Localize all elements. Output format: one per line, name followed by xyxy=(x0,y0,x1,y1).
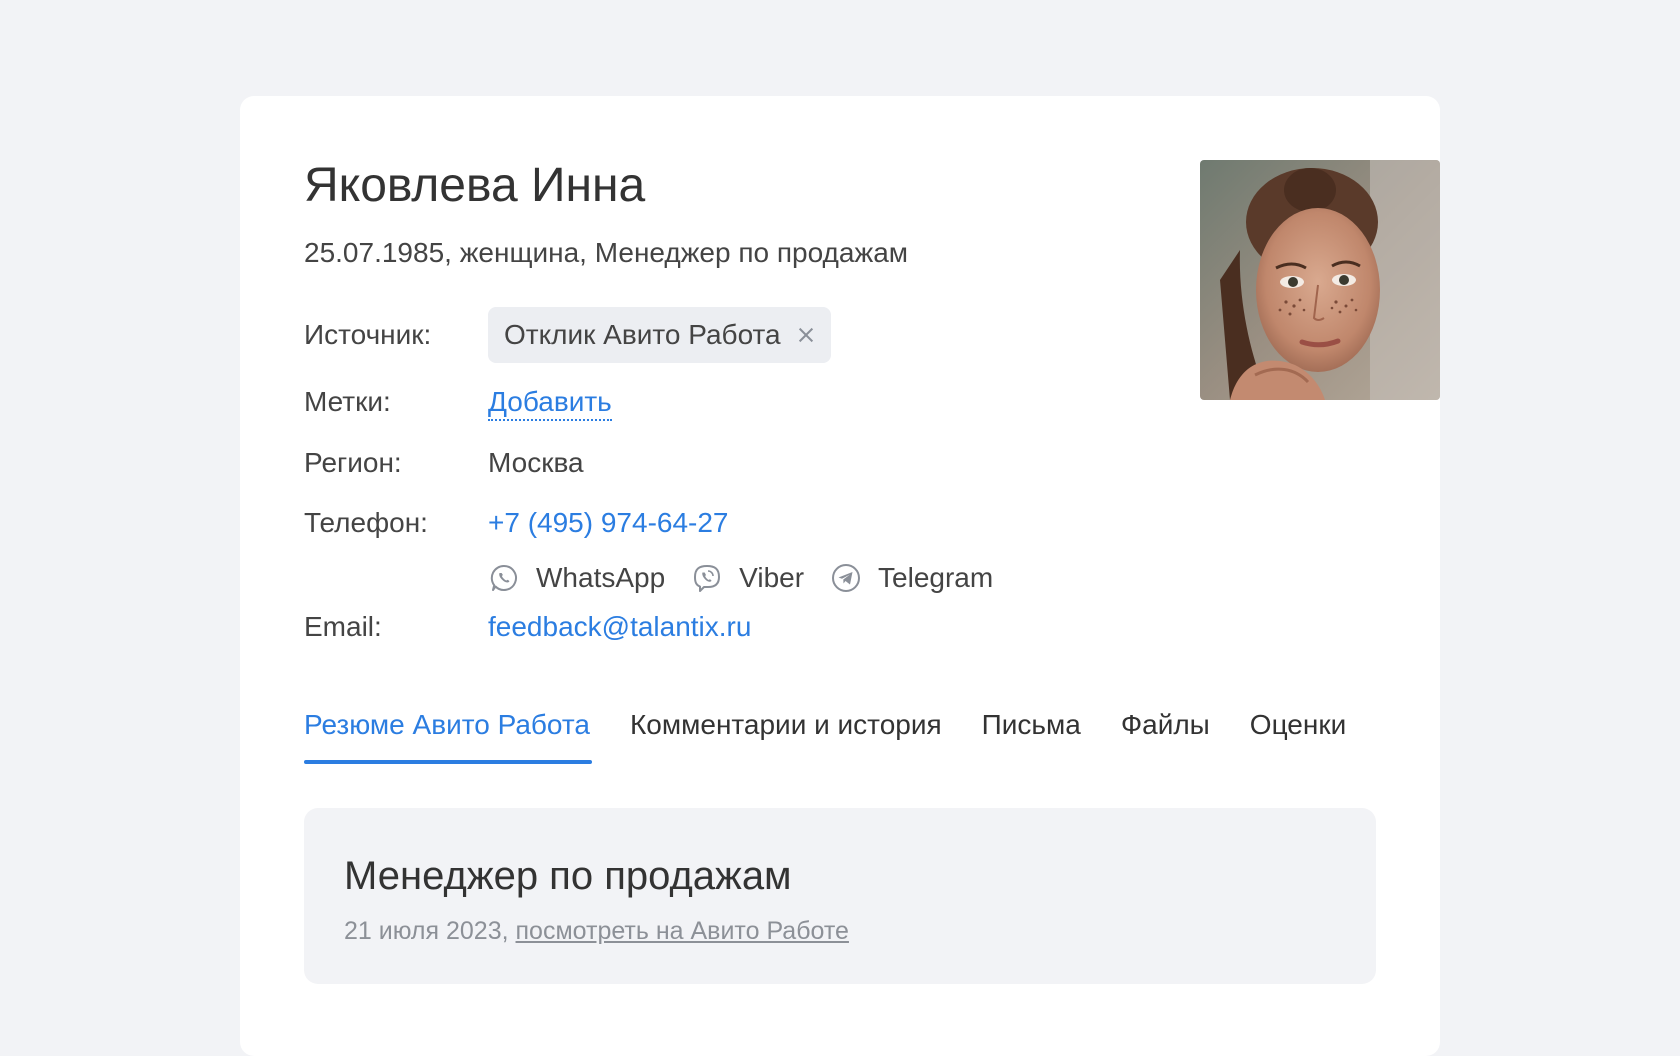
messenger-viber-label: Viber xyxy=(739,562,805,593)
resume-view-link[interactable]: посмотреть на Авито Работе xyxy=(516,917,849,945)
messenger-whatsapp-label: WhatsApp xyxy=(536,562,666,593)
messenger-telegram[interactable]: Telegram xyxy=(830,562,993,594)
source-chip: Отклик Авито Работа xyxy=(488,307,831,363)
region-value: Москва xyxy=(488,447,584,478)
phone-label: Телефон: xyxy=(304,507,428,538)
email-label: Email: xyxy=(304,611,382,642)
resume-date: 21 июля 2023, xyxy=(344,917,509,945)
candidate-summary: 25.07.1985, женщина, Менеджер по продажа… xyxy=(304,237,909,268)
tags-add-link[interactable]: Добавить xyxy=(488,385,612,421)
tags-add-link-text[interactable]: Добавить xyxy=(488,386,612,421)
close-icon[interactable] xyxy=(797,326,815,344)
source-label: Источник: xyxy=(304,319,432,350)
phone-link[interactable]: +7 (495) 974-64-27 xyxy=(488,506,729,540)
resume-panel: Менеджер по продажам 21 июля 2023, посмо… xyxy=(304,808,1376,984)
tab-letters[interactable]: Письма xyxy=(982,708,1081,768)
tab-resume[interactable]: Резюме Авито Работа xyxy=(304,708,592,768)
tab-bar: Резюме Авито Работа Комментарии и истори… xyxy=(304,708,1376,768)
messenger-whatsapp[interactable]: WhatsApp xyxy=(488,562,665,594)
tab-comments-history[interactable]: Комментарии и история xyxy=(630,708,942,768)
tags-label: Метки: xyxy=(304,386,391,417)
region-label: Регион: xyxy=(304,447,402,478)
candidate-name: Яковлева Инна xyxy=(304,159,646,212)
resume-meta: 21 июля 2023, посмотреть на Авито Работе xyxy=(344,916,849,946)
whatsapp-icon xyxy=(490,564,517,591)
messenger-list: WhatsApp Viber Telegram xyxy=(488,562,1019,594)
messenger-viber[interactable]: Viber xyxy=(691,562,804,594)
messenger-telegram-label: Telegram xyxy=(878,562,994,593)
viber-icon xyxy=(694,565,721,592)
tab-ratings[interactable]: Оценки xyxy=(1250,708,1346,768)
tab-files[interactable]: Файлы xyxy=(1121,708,1210,768)
telegram-icon xyxy=(832,564,861,592)
candidate-photo-image xyxy=(1200,160,1440,400)
resume-title: Менеджер по продажам xyxy=(344,854,792,898)
email-link[interactable]: feedback@talantix.ru xyxy=(488,610,751,644)
candidate-photo xyxy=(1200,160,1440,400)
source-chip-label: Отклик Авито Работа xyxy=(504,319,781,350)
candidate-card: Яковлева Инна 25.07.1985, женщина, Менед… xyxy=(240,96,1440,1056)
